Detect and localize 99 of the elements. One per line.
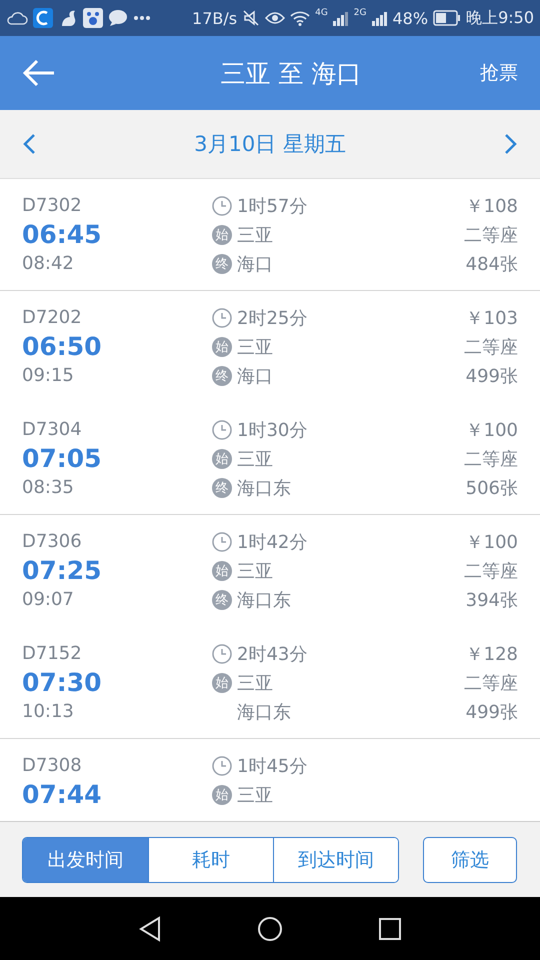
- train-row[interactable]: D7152 07:30 10:13 2时43分 始 三亚 海口东 ￥128 二等座 499张: [0, 627, 540, 739]
- battery-percent: 48%: [392, 8, 428, 28]
- cloud-icon: [6, 10, 28, 26]
- departure-station: 三亚: [237, 224, 273, 246]
- departure-station: 三亚: [237, 560, 273, 582]
- seat-class: 二等座: [464, 336, 518, 358]
- departure-station: 三亚: [237, 336, 273, 358]
- clock-icon: [212, 196, 232, 216]
- seat-class: 二等座: [464, 224, 518, 246]
- departure-time: 07:44: [22, 780, 102, 809]
- tickets-left: 394张: [466, 588, 518, 612]
- train-row[interactable]: D7308 07:44 1时45分 始 三亚: [0, 739, 540, 821]
- trip-duration: 2时43分: [237, 642, 308, 666]
- train-number: D7308: [22, 755, 82, 776]
- arrival-station: 海口: [237, 252, 273, 276]
- arrival-time: 08:42: [22, 253, 74, 274]
- seat-class: 二等座: [464, 560, 518, 582]
- ticket-price: ￥100: [466, 530, 518, 554]
- network-type: 4G: [315, 8, 328, 18]
- ticket-price: ￥103: [466, 306, 518, 330]
- arrival-station: 海口东: [237, 700, 291, 724]
- home-nav-icon[interactable]: [256, 916, 283, 942]
- sort-tab[interactable]: 耗时: [148, 838, 273, 882]
- ticket-price: ￥108: [466, 194, 518, 218]
- tickets-left: 499张: [466, 364, 518, 388]
- departure-station: 三亚: [237, 672, 273, 694]
- battery-icon: [433, 10, 462, 26]
- seat-class: 二等座: [464, 672, 518, 694]
- clock-icon: [212, 420, 232, 440]
- signal-icon: [332, 10, 349, 26]
- seat-class: 二等座: [464, 448, 518, 470]
- arrival-station: 海口: [237, 364, 273, 388]
- train-row[interactable]: D7302 06:45 08:42 1时57分 始 三亚 终 海口 ￥108 二等座 484张: [0, 179, 540, 291]
- origin-badge: 始: [212, 224, 232, 244]
- train-number: D7152: [22, 643, 82, 664]
- clock-icon: [212, 756, 232, 776]
- arrival-time: 09:07: [22, 589, 74, 610]
- terminal-badge: 终: [212, 478, 232, 498]
- sort-tab[interactable]: 出发时间: [23, 838, 148, 882]
- back-arrow-icon: [22, 59, 56, 87]
- grab-ticket-button[interactable]: 抢票: [480, 60, 518, 86]
- clock-icon: [212, 532, 232, 552]
- train-number: D7302: [22, 195, 82, 216]
- tickets-left: 506张: [466, 476, 518, 500]
- tickets-left: 484张: [466, 252, 518, 276]
- arrival-station: 海口东: [237, 476, 291, 500]
- departure-time: 06:45: [22, 220, 102, 249]
- next-day-button[interactable]: [504, 133, 518, 155]
- signal-icon: [372, 10, 388, 26]
- origin-badge: 始: [212, 560, 232, 580]
- train-number: D7304: [22, 419, 82, 440]
- trip-duration: 1时45分: [237, 754, 308, 778]
- departure-time: 07:05: [22, 444, 102, 473]
- train-row[interactable]: D7202 06:50 09:15 2时25分 始 三亚 终 海口 ￥103 二等座 499张: [0, 291, 540, 403]
- train-number: D7202: [22, 307, 82, 328]
- terminal-badge: 终: [212, 590, 232, 610]
- train-number: D7306: [22, 531, 82, 552]
- back-nav-icon[interactable]: [138, 916, 162, 942]
- origin-badge: 始: [212, 336, 232, 356]
- filter-button[interactable]: 筛选: [423, 836, 517, 882]
- trip-duration: 1时42分: [237, 530, 308, 554]
- mute-icon: [242, 9, 260, 27]
- arrival-time: 10:13: [22, 701, 74, 722]
- wifi-icon: [290, 10, 310, 26]
- terminal-badge: 终: [212, 254, 232, 274]
- trip-duration: 1时57分: [237, 194, 308, 218]
- origin-badge: 始: [212, 672, 232, 692]
- clock-icon: [212, 308, 232, 328]
- trip-duration: 2时25分: [237, 306, 308, 330]
- departure-station: 三亚: [237, 784, 273, 806]
- network-type: 2G: [354, 8, 366, 18]
- departure-time: 07:30: [22, 668, 102, 697]
- network-speed: 17B/s: [192, 8, 238, 28]
- sort-tab[interactable]: 到达时间: [273, 838, 398, 882]
- clock-time: 晚上9:50: [466, 8, 534, 28]
- clock-icon: [212, 644, 232, 664]
- departure-time: 07:25: [22, 556, 102, 585]
- route-title: 三亚 至 海口: [220, 58, 362, 90]
- ticket-price: ￥128: [466, 642, 518, 666]
- more-icon: [133, 15, 151, 21]
- terminal-badge: 终: [212, 366, 232, 386]
- previous-day-button[interactable]: [22, 133, 36, 155]
- train-row[interactable]: D7306 07:25 09:07 1时42分 始 三亚 终 海口东 ￥100 二等座 394张: [0, 515, 540, 627]
- origin-badge: 始: [212, 448, 232, 468]
- origin-badge: 始: [212, 784, 232, 804]
- train-row[interactable]: D7304 07:05 08:35 1时30分 始 三亚 终 海口东 ￥100 二等座 506张: [0, 403, 540, 515]
- travel-date: 3月10日 星期五: [194, 131, 346, 158]
- trip-duration: 1时30分: [237, 418, 308, 442]
- app-icon: [33, 8, 53, 28]
- eye-icon: [265, 11, 286, 25]
- departure-station: 三亚: [237, 448, 273, 470]
- ticket-price: ￥100: [466, 418, 518, 442]
- departure-time: 06:50: [22, 332, 102, 361]
- arrival-time: 09:15: [22, 365, 74, 386]
- arrival-station: 海口东: [237, 588, 291, 612]
- recents-nav-icon[interactable]: [378, 916, 402, 940]
- chat-icon: [108, 9, 128, 27]
- arrival-time: 08:35: [22, 477, 74, 498]
- tickets-left: 499张: [466, 700, 518, 724]
